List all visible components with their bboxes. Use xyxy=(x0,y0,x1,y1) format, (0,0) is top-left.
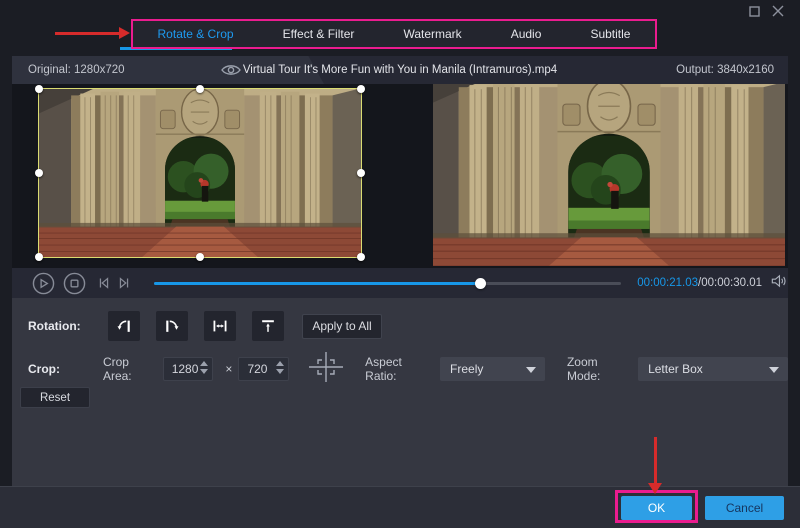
cancel-button[interactable]: Cancel xyxy=(705,496,784,520)
flip-horizontal-icon[interactable] xyxy=(204,311,236,341)
aspect-ratio-dropdown[interactable]: Freely xyxy=(440,357,545,381)
crop-handle-top-right[interactable] xyxy=(357,85,365,93)
crop-width-spinner xyxy=(163,357,214,381)
flip-vertical-icon[interactable] xyxy=(252,311,284,341)
chevron-down-icon xyxy=(526,367,536,373)
tab-watermark[interactable]: Watermark xyxy=(397,27,467,41)
footer-bar: OK Cancel xyxy=(0,486,800,528)
editor-panel: Original: 1280x720 Virtual Tour It's Mor… xyxy=(12,56,788,486)
crop-height-input[interactable] xyxy=(239,358,275,380)
tab-bar: Rotate & Crop Effect & Filter Watermark … xyxy=(133,21,655,47)
original-resolution-chip: Original: 1280x720 xyxy=(12,56,324,84)
video-preview-area xyxy=(12,84,788,268)
zoom-mode-value: Letter Box xyxy=(648,362,703,376)
rotation-row: Rotation: xyxy=(28,310,382,342)
preview-eye-icon[interactable] xyxy=(220,62,242,83)
zoom-mode-dropdown[interactable]: Letter Box xyxy=(638,357,788,381)
crop-handle-bottom-middle[interactable] xyxy=(196,253,204,261)
zoom-mode-label: Zoom Mode: xyxy=(567,355,630,383)
ok-pointer-arrow xyxy=(654,437,657,484)
reset-button[interactable]: Reset xyxy=(20,387,90,408)
crop-height-spinner xyxy=(238,357,289,381)
apply-to-all-button[interactable]: Apply to All xyxy=(302,314,382,339)
crop-handle-middle-left[interactable] xyxy=(35,169,43,177)
close-icon[interactable] xyxy=(770,3,786,19)
stop-button[interactable] xyxy=(63,272,86,295)
height-decrement-icon[interactable] xyxy=(276,369,284,374)
crop-handle-bottom-left[interactable] xyxy=(35,253,43,261)
tab-pointer-arrow xyxy=(55,32,119,35)
total-time: 00:00:30.01 xyxy=(701,277,762,289)
height-increment-icon[interactable] xyxy=(276,361,284,366)
crop-row: Crop: Crop Area: × xyxy=(28,354,788,384)
ok-button[interactable]: OK xyxy=(621,496,692,520)
crop-label: Crop: xyxy=(28,362,103,376)
next-frame-button[interactable] xyxy=(116,275,132,291)
crop-selection-box[interactable] xyxy=(38,88,362,258)
crop-center-icon[interactable] xyxy=(309,352,343,387)
play-button[interactable] xyxy=(32,272,55,295)
edit-controls-panel: Rotation: xyxy=(12,298,788,486)
title-bar xyxy=(0,0,800,18)
app-window: Rotate & Crop Effect & Filter Watermark … xyxy=(0,0,800,528)
crop-handle-bottom-right[interactable] xyxy=(357,253,365,261)
crop-handle-top-middle[interactable] xyxy=(196,85,204,93)
crop-width-input[interactable] xyxy=(164,358,200,380)
info-bar: Original: 1280x720 Virtual Tour It's Mor… xyxy=(12,56,788,84)
player-controls: 00:00:21.03/00:00:30.01 xyxy=(12,268,788,298)
output-video-preview xyxy=(433,84,785,266)
crop-area-label: Crop Area: xyxy=(103,355,157,383)
aspect-ratio-label: Aspect Ratio: xyxy=(365,355,432,383)
maximize-icon[interactable] xyxy=(746,3,762,19)
crop-handle-middle-right[interactable] xyxy=(357,169,365,177)
tab-rotate-crop[interactable]: Rotate & Crop xyxy=(152,27,240,41)
crop-handle-top-left[interactable] xyxy=(35,85,43,93)
output-resolution-label: Output: 3840x2160 xyxy=(676,56,774,84)
width-decrement-icon[interactable] xyxy=(200,369,208,374)
tab-effect-filter[interactable]: Effect & Filter xyxy=(277,27,361,41)
tab-subtitle[interactable]: Subtitle xyxy=(584,27,636,41)
ok-pointer-arrowhead xyxy=(648,483,662,494)
progress-thumb[interactable] xyxy=(475,278,486,289)
tab-pointer-arrowhead xyxy=(119,27,130,39)
output-video-frame xyxy=(433,84,785,266)
chevron-down-icon xyxy=(769,367,779,373)
time-display: 00:00:21.03/00:00:30.01 xyxy=(637,277,762,289)
tab-audio[interactable]: Audio xyxy=(505,27,548,41)
original-resolution-label: Original: 1280x720 xyxy=(28,64,125,76)
rotate-right-icon[interactable] xyxy=(156,311,188,341)
active-tab-underline xyxy=(120,47,232,50)
progress-fill xyxy=(154,282,481,285)
previous-frame-button[interactable] xyxy=(96,275,112,291)
source-video-preview xyxy=(38,88,362,258)
rotation-label: Rotation: xyxy=(28,319,108,333)
multiply-sign: × xyxy=(225,362,232,376)
volume-icon[interactable] xyxy=(770,273,788,294)
current-time: 00:00:21.03 xyxy=(637,277,698,289)
progress-slider[interactable] xyxy=(154,282,621,285)
rotate-left-icon[interactable] xyxy=(108,311,140,341)
aspect-ratio-value: Freely xyxy=(450,362,483,376)
width-increment-icon[interactable] xyxy=(200,361,208,366)
